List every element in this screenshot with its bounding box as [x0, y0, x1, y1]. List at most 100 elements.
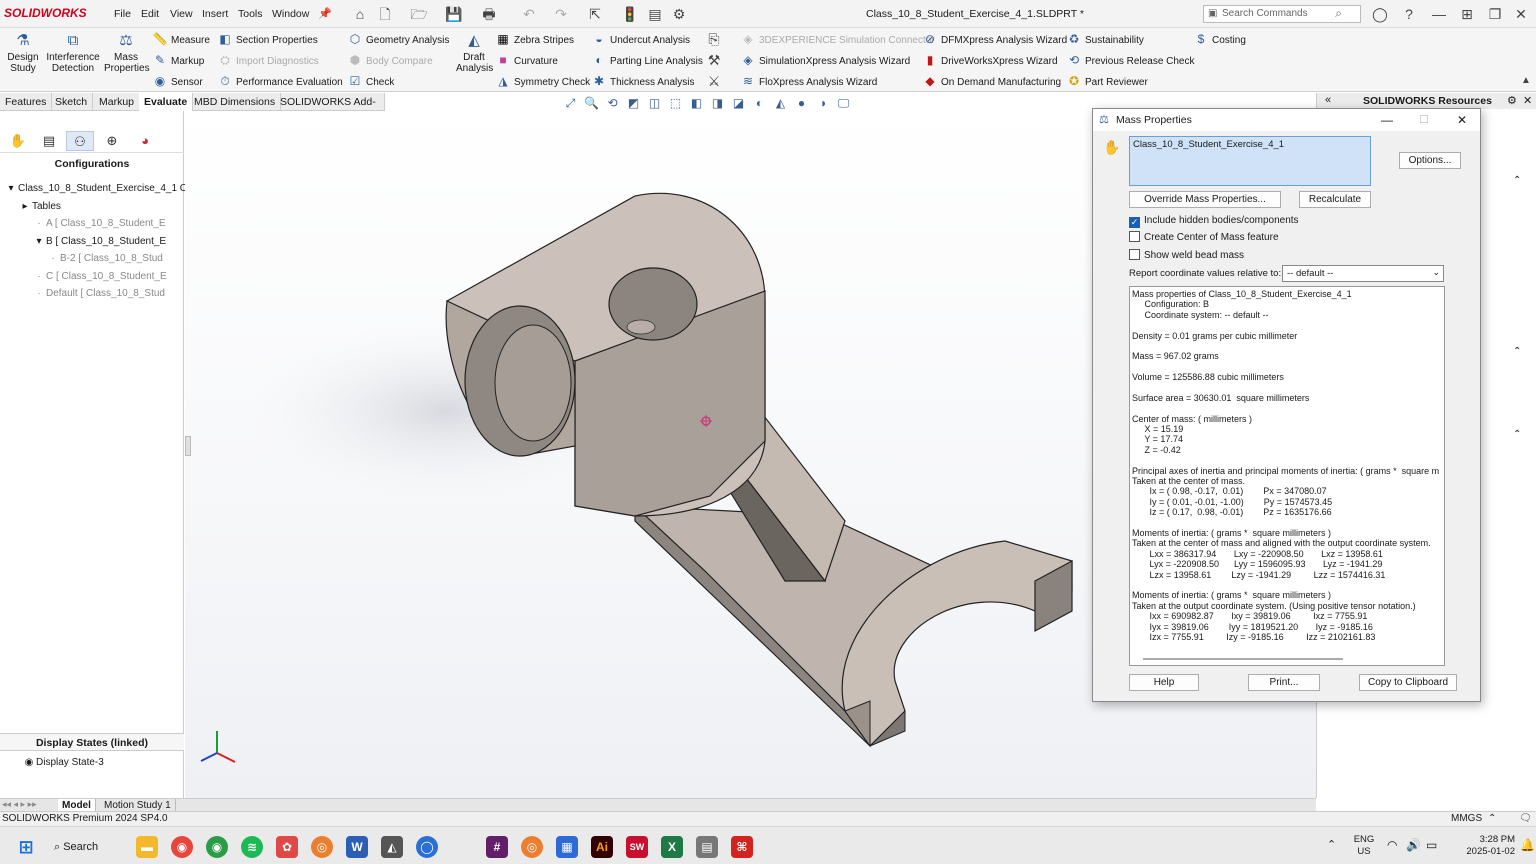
file-properties-icon[interactable]: ▤ [646, 5, 664, 23]
feature-tree-tab-icon[interactable]: ✋ [4, 131, 32, 151]
create-center-of-mass-checkbox[interactable]: Create Center of Mass feature [1129, 231, 1279, 245]
view-settings-icon[interactable]: ◭ [770, 96, 791, 110]
check-button[interactable]: ☑ Check [347, 73, 395, 89]
new-file-icon[interactable]: 🗋 [376, 5, 394, 23]
zoom-to-area-icon[interactable]: 🔍 [581, 96, 602, 110]
tree-expand-icon[interactable]: ▾ [4, 180, 18, 197]
panel-splitter-handle[interactable] [185, 436, 191, 456]
restore-icon[interactable]: ❐ [1486, 5, 1504, 23]
dialog-close-icon[interactable]: ✕ [1457, 109, 1467, 131]
simulationxpress-button[interactable]: ◈ SimulationXpress Analysis Wizard [740, 52, 910, 68]
menu-window[interactable]: Window [272, 8, 309, 20]
blender-2-icon[interactable]: ◎ [521, 836, 543, 858]
tab-mbd-dimensions[interactable]: MBD Dimensions [189, 93, 282, 111]
layout-icon[interactable]: ⊞ [1458, 5, 1476, 23]
print-icon[interactable]: 🖶 [480, 5, 498, 23]
volume-icon[interactable]: 🔊 [1406, 838, 1421, 852]
import-diagnostics-button[interactable]: ⛭ Import Diagnostics [217, 52, 319, 68]
configuration-manager-tab-icon[interactable]: ⚇ [66, 131, 94, 151]
taskbar-search[interactable]: ⌕ Search [54, 836, 98, 858]
menu-file[interactable]: File [114, 8, 131, 20]
inkscape-icon[interactable]: ◭ [381, 836, 403, 858]
performance-evaluation-button[interactable]: ⏱ Performance Evaluation [217, 73, 342, 89]
rebuild-icon[interactable]: 🚦 [621, 5, 639, 23]
section-collapse-3-icon[interactable]: ⌃ [1513, 429, 1521, 440]
symmetry-check-button[interactable]: ◮ Symmetry Check [495, 73, 590, 89]
spotify-icon[interactable]: ≋ [241, 836, 263, 858]
chrome-icon[interactable]: ◉ [171, 836, 193, 858]
dialog-minimize-icon[interactable]: — [1381, 109, 1393, 131]
windows-start-icon[interactable]: ⊞ [15, 836, 37, 858]
previous-release-check-button[interactable]: ⟲ Previous Release Check [1066, 52, 1195, 68]
tab-sketch[interactable]: Sketch [50, 93, 94, 111]
display-state-item[interactable]: ◉ Display State-3 [22, 754, 205, 771]
dfmxpress-button[interactable]: ⊘ DFMXpress Analysis Wizard [922, 31, 1067, 47]
chrome-profile-icon[interactable]: ◉ [206, 836, 228, 858]
display-manager-tab-icon[interactable]: ◕ [131, 131, 159, 151]
wifi-icon[interactable]: ◠ [1387, 838, 1397, 852]
notifications-icon[interactable]: 🔔 [1520, 838, 1535, 852]
config-tree-item[interactable]: ▾ Class_10_8_Student_Exercise_4_1 C [4, 180, 187, 197]
show-weld-bead-mass-checkbox[interactable]: Show weld bead mass [1129, 249, 1244, 263]
on-demand-manufacturing-button[interactable]: ◆ On Demand Manufacturing [922, 73, 1061, 89]
collapse-pane-icon[interactable]: « [1325, 94, 1331, 106]
measure-button[interactable]: 📏 Measure [152, 31, 210, 47]
word-icon[interactable]: W [346, 836, 368, 858]
extra-tool-3-icon[interactable]: ⚔ [705, 72, 723, 90]
geometry-analysis-button[interactable]: ⬡ Geometry Analysis [347, 31, 450, 47]
interference-detection-button[interactable]: ⧉ Interference Detection [45, 32, 101, 74]
clock[interactable]: 3:28 PM 2025-01-02 [1451, 834, 1515, 858]
tree-expand-icon[interactable]: ▸ [18, 198, 32, 215]
render-tools-icon[interactable]: ◑ [812, 96, 833, 110]
dialog-title-bar[interactable]: ⚖ Mass Properties — ☐ ✕ [1093, 109, 1480, 131]
menu-view[interactable]: View [170, 8, 193, 20]
tab-markup[interactable]: Markup [94, 93, 141, 111]
extra-tool-2-icon[interactable]: ⚒ [705, 51, 723, 69]
app-icon-red[interactable]: ✿ [276, 836, 298, 858]
appearances-icon[interactable]: ● [791, 96, 812, 110]
tab-features[interactable]: Features [0, 93, 53, 111]
mass-properties-results[interactable]: Mass properties of Class_10_8_Student_Ex… [1129, 286, 1445, 666]
property-manager-tab-icon[interactable]: ▤ [35, 131, 63, 151]
search-icon[interactable]: ⌕ [1335, 6, 1342, 21]
thickness-analysis-button[interactable]: ✱ Thickness Analysis [591, 73, 695, 89]
zoom-to-fit-icon[interactable]: ⤢ [560, 96, 581, 111]
language-indicator[interactable]: ENG US [1350, 834, 1378, 858]
save-icon[interactable]: 💾 [445, 5, 463, 23]
copy-to-clipboard-button[interactable]: Copy to Clipboard [1359, 674, 1457, 691]
3dexperience-sim-connector-button[interactable]: ◈ 3DEXPERIENCE Simulation Connector [740, 31, 934, 47]
app-icon-gray[interactable]: ▤ [696, 836, 718, 858]
search-scope-icon[interactable]: ▣ [1208, 8, 1217, 19]
curvature-button[interactable]: ■ Curvature [495, 52, 558, 68]
minimize-icon[interactable]: — [1430, 5, 1448, 23]
menu-insert[interactable]: Insert [202, 8, 228, 20]
driveworksxpress-button[interactable]: ▮ DriveWorksXpress Wizard [922, 52, 1058, 68]
undercut-analysis-button[interactable]: ◒ Undercut Analysis [591, 31, 690, 47]
override-mass-properties-button[interactable]: Override Mass Properties... [1129, 191, 1281, 208]
tree-expand-icon[interactable]: ▾ [32, 233, 46, 250]
markup-button[interactable]: ✎ Markup [152, 52, 204, 68]
redo-icon[interactable]: ↷ [552, 5, 570, 23]
body-compare-button[interactable]: ⬢ Body Compare [347, 52, 433, 68]
file-explorer-icon[interactable]: ▬ [136, 836, 158, 858]
solidworks-taskbar-icon[interactable]: SW [626, 836, 648, 858]
previous-view-icon[interactable]: ⟲ [602, 96, 623, 110]
unit-system[interactable]: MMGS [1451, 812, 1482, 826]
app-icon-blue[interactable]: ◯ [416, 836, 438, 858]
acrobat-icon[interactable]: ⌘ [731, 836, 753, 858]
parting-line-analysis-button[interactable]: ◐ Parting Line Analysis [591, 52, 702, 68]
edit-appearance-icon[interactable]: ◪ [728, 96, 749, 110]
dynamic-annotation-icon[interactable]: ◫ [644, 96, 665, 110]
section-view-icon[interactable]: ◩ [623, 96, 644, 110]
mass-properties-button[interactable]: ⚖ Mass Properties [104, 32, 150, 74]
dialog-maximize-icon[interactable]: ☐ [1419, 109, 1429, 131]
apply-scene-icon[interactable]: ◐ [749, 96, 770, 110]
floxpress-button[interactable]: ≋ FloXpress Analysis Wizard [740, 73, 877, 89]
battery-icon[interactable]: ▭ [1426, 838, 1437, 852]
section-collapse-1-icon[interactable]: ⌃ [1513, 175, 1521, 186]
unit-dropdown-icon[interactable]: ⌃ [1488, 812, 1496, 826]
print-button[interactable]: Print... [1248, 674, 1320, 691]
section-collapse-2-icon[interactable]: ⌃ [1513, 346, 1521, 357]
extra-tool-1-icon[interactable]: ⎘ [705, 30, 723, 48]
collapse-ribbon-icon[interactable]: ▲ [1517, 72, 1535, 90]
